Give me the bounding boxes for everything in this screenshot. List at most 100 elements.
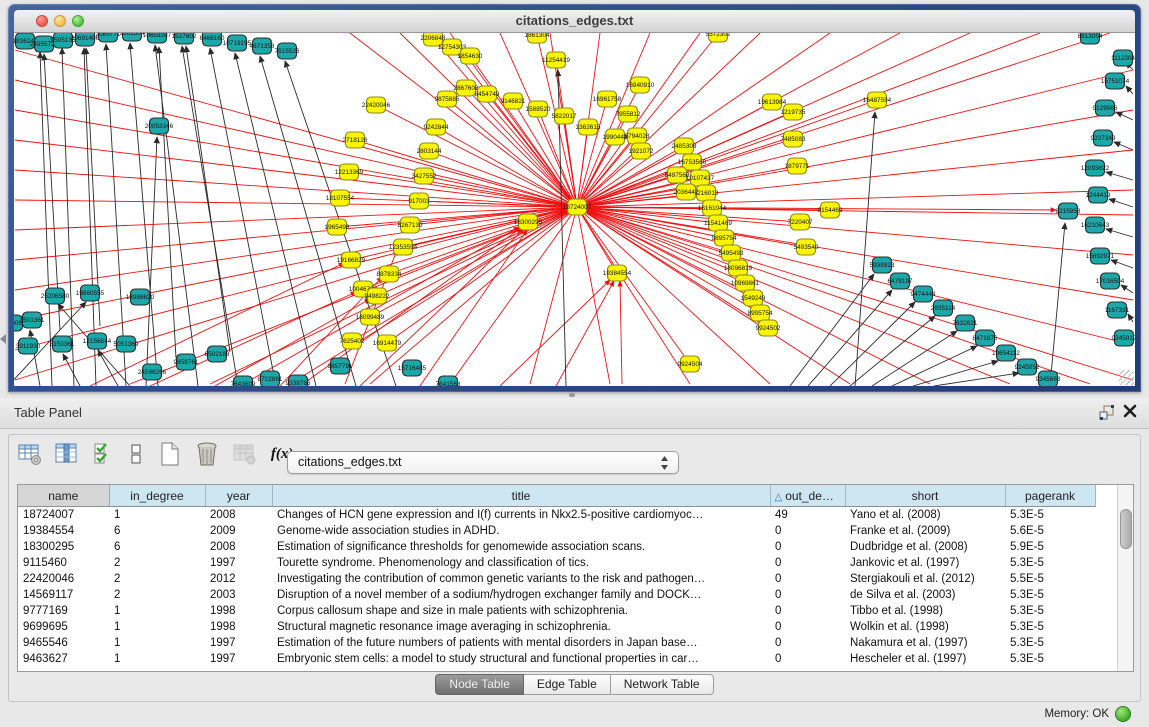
graph-edge (63, 354, 80, 386)
table-toolbar: f(x) (17, 441, 302, 475)
graph-node-label: 17016504 (1096, 278, 1125, 285)
network-svg[interactable]: 1872400718362442495572495051352069140620… (14, 33, 1135, 386)
split-divider-handle[interactable] (569, 393, 575, 397)
graph-edge (850, 316, 935, 386)
select-all-button[interactable] (92, 441, 118, 467)
graph-node-label: 9242844 (424, 124, 449, 131)
graph-edge (577, 207, 1010, 384)
graph-node-label: 9129966 (1093, 105, 1118, 112)
table-row[interactable]: 1872400712008Changes of HCN gene express… (18, 507, 1095, 524)
table-row[interactable]: 911546021997Tourette syndrome. Phenomeno… (18, 555, 1095, 571)
graph-node-label: 1854630 (458, 53, 483, 60)
graph-edge (1106, 229, 1133, 237)
graph-edge (1106, 172, 1133, 180)
float-panel-icon[interactable] (1099, 404, 1115, 425)
graph-node-label: 16914479 (373, 340, 402, 347)
graph-node-label: 12213369 (335, 169, 364, 176)
delete-column-button[interactable] (194, 441, 220, 467)
graph-node-label: 8215958 (1056, 208, 1081, 215)
table-row[interactable]: 1456911722003Disruption of a novel membe… (18, 587, 1095, 603)
graph-node-label: 16961758 (593, 96, 622, 103)
graph-node-label: 5938923 (870, 262, 895, 269)
graph-node-label: 16161044 (698, 205, 727, 212)
table-source-select[interactable]: citations_edges.txt (287, 451, 679, 474)
graph-node-label: 18988620 (126, 294, 155, 301)
graph-node-label: 7955812 (616, 111, 641, 118)
graph-node-label: 1527602 (172, 33, 197, 40)
table-row[interactable]: 1938455462009Genome-wide association stu… (18, 523, 1095, 539)
graph-node-label: 8267130 (398, 222, 423, 229)
node-table: namein_degreeyeartitle△out_de…shortpager… (18, 485, 1096, 667)
column-header[interactable]: year (205, 485, 272, 507)
close-panel-icon[interactable] (1123, 404, 1137, 423)
graph-node-label: 24596266 (138, 369, 167, 376)
network-window: citations_edges.txt 18724007183624424955… (8, 4, 1141, 392)
table-row[interactable]: 1830029562008Estimation of significance … (18, 539, 1095, 555)
graph-node-label: 9345683 (1036, 376, 1061, 383)
graph-edge (1114, 142, 1133, 150)
collapse-panel-handle-icon[interactable] (0, 334, 6, 344)
graph-edge (577, 207, 1133, 300)
table-row[interactable]: 969969511998Structural magnetic resonanc… (18, 619, 1095, 635)
tab-edge-table[interactable]: Edge Table (524, 674, 611, 695)
graph-edge (577, 33, 1110, 207)
deselect-all-button[interactable] (129, 441, 145, 467)
graph-node-label: 1112304 (1111, 55, 1135, 62)
graph-node-label: 9245052 (1015, 364, 1040, 371)
graph-node-label: 4671358 (250, 43, 275, 50)
column-visibility-button[interactable] (54, 441, 80, 467)
column-header[interactable]: name (18, 485, 109, 507)
delete-table-button[interactable] (232, 441, 258, 467)
graph-node-label: 1965498 (325, 224, 350, 231)
table-row[interactable]: 946362711997Embryonic stem cells: a mode… (18, 651, 1095, 667)
table-row[interactable]: 946554611997Estimation of the future num… (18, 635, 1095, 651)
scrollbar-thumb[interactable] (1120, 509, 1132, 549)
graph-edge (790, 274, 874, 386)
graph-edge (62, 48, 74, 386)
graph-node-label: 3427552 (412, 173, 437, 180)
graph-edge (1126, 86, 1133, 94)
graph-node-label: 8878334 (377, 271, 402, 278)
window-title: citations_edges.txt (14, 13, 1135, 28)
table-mode-button[interactable] (17, 441, 43, 467)
graph-node-label: 6502188 (205, 351, 230, 358)
vertical-scrollbar[interactable] (1117, 485, 1133, 671)
table-row[interactable]: 2242004622012Investigating the contribut… (18, 571, 1095, 587)
graph-edge (130, 207, 577, 384)
column-header[interactable]: title (272, 485, 770, 507)
column-header[interactable]: pagerank (1005, 485, 1095, 507)
graph-edge (106, 44, 126, 386)
graph-edge (235, 53, 316, 386)
network-view[interactable]: 1872400718362442495572495051352069140620… (14, 33, 1135, 386)
tab-node-table[interactable]: Node Table (435, 674, 524, 695)
column-header[interactable]: in_degree (109, 485, 205, 507)
graph-node-label: 7641563 (436, 381, 461, 386)
column-header[interactable]: short (845, 485, 1005, 507)
graph-node-label: 19613984 (758, 99, 787, 106)
graph-edge (1111, 260, 1133, 268)
graph-node-label: 22420046 (362, 102, 391, 109)
table-source-value: citations_edges.txt (298, 455, 402, 469)
graph-node-label: 8150361 (50, 341, 75, 348)
graph-node-label: 9154469 (818, 207, 843, 214)
new-column-button[interactable] (157, 441, 183, 467)
tab-network-table[interactable]: Network Table (611, 674, 714, 695)
node-table-viewport[interactable]: namein_degreeyeartitle△out_de…shortpager… (17, 484, 1134, 672)
graph-node-label: 1588520 (526, 106, 551, 113)
graph-node-label: 7515526 (275, 48, 300, 55)
column-header[interactable]: △out_de… (770, 485, 845, 507)
graph-edge (934, 373, 1019, 386)
graph-node-label: 5822017 (552, 113, 577, 120)
graph-node-label: 1219735 (781, 109, 806, 116)
window-titlebar[interactable]: citations_edges.txt (14, 10, 1135, 33)
table-row[interactable]: 977716911998Corpus callosum shape and si… (18, 603, 1095, 619)
graph-node-label: 5493540 (794, 244, 819, 251)
resize-grip-icon[interactable] (1119, 370, 1134, 385)
graph-node-label: 16210643 (1081, 222, 1110, 229)
graph-node-label: 1879771 (785, 163, 810, 170)
sort-ascending-icon: △ (775, 492, 783, 503)
graph-node-label: 10719195 (223, 40, 252, 47)
graph-node-label: 19166829 (337, 257, 366, 264)
graph-node-label: 9338766 (286, 380, 311, 386)
graph-node-label: 16487594 (863, 97, 892, 104)
